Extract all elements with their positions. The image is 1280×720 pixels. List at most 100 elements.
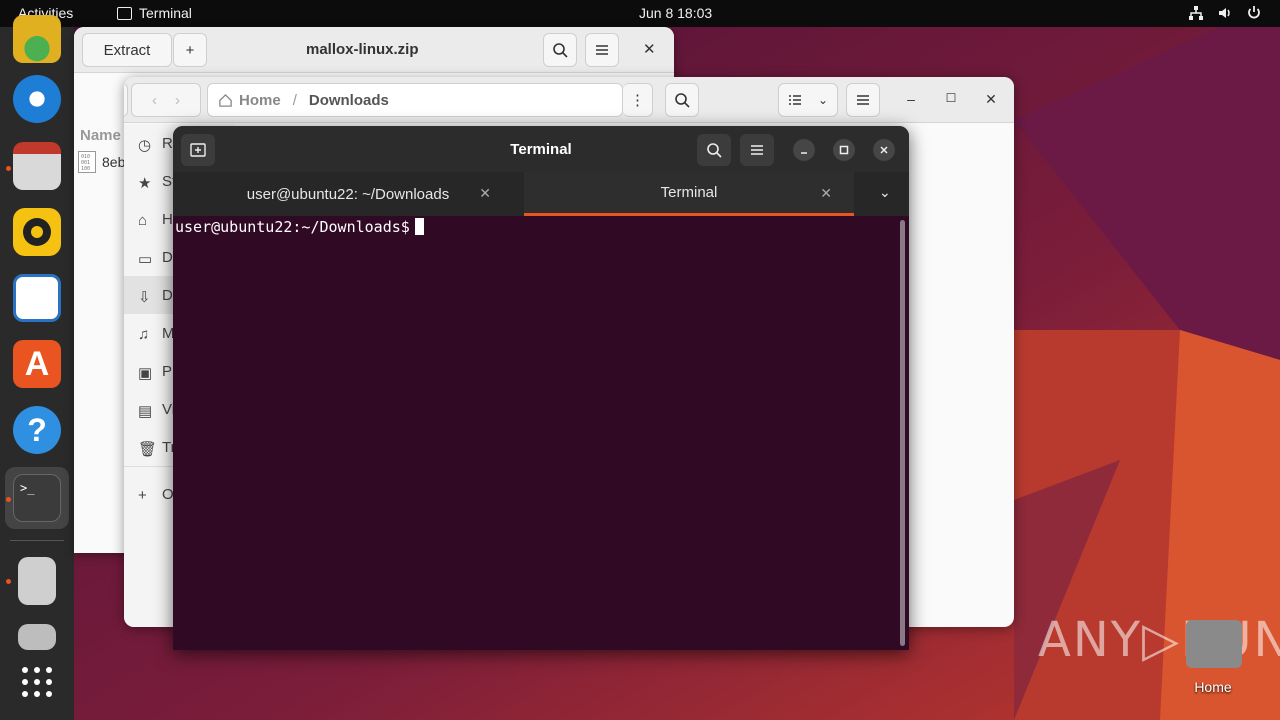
search-icon [553, 43, 568, 58]
minimize-button[interactable] [793, 139, 815, 161]
terminal-tab-bar: user@ubuntu22: ~/Downloads ✕ Terminal ✕ … [173, 172, 909, 216]
path-bar[interactable]: Home / Downloads [207, 83, 623, 117]
search-icon [707, 143, 722, 158]
hamburger-icon [596, 45, 608, 55]
nav-buttons: ‹ › [131, 83, 201, 117]
search-button[interactable] [543, 33, 577, 67]
star-icon: ★ [138, 175, 152, 192]
list-view-icon [788, 95, 801, 105]
app-menu[interactable]: Terminal [117, 5, 192, 21]
writer-icon[interactable] [13, 274, 61, 322]
hamburger-icon [751, 145, 763, 155]
sidebar-item-label: H [162, 210, 173, 228]
file-name: 8eb [102, 154, 126, 170]
files-icon[interactable] [13, 142, 61, 190]
terminal-prompt: user@ubuntu22:~/Downloads$ [175, 218, 424, 236]
top-bar: Activities Terminal Jun 8 18:03 [0, 0, 1280, 27]
maximize-button[interactable] [833, 139, 855, 161]
terminal-menu-button[interactable] [740, 134, 774, 166]
system-tray[interactable] [1188, 5, 1262, 21]
dock-separator [10, 540, 64, 541]
volume-icon[interactable] [1217, 5, 1233, 21]
running-indicator [6, 166, 11, 171]
video-icon: ▤ [138, 403, 153, 420]
clock-icon: ◷ [138, 137, 152, 154]
running-indicator [6, 579, 11, 584]
close-icon[interactable]: ✕ [479, 185, 491, 202]
minimize-icon[interactable]: – [902, 91, 920, 109]
archive-header: Extract + mallox-linux.zip ✕ [74, 27, 674, 73]
terminal-dock-icon[interactable]: >_ [13, 474, 61, 522]
terminal-icon [117, 6, 132, 20]
prompt-text: user@ubuntu22:~/Downloads$ [175, 218, 410, 236]
breadcrumb-home-label: Home [239, 91, 281, 109]
home-icon: ⌂ [138, 212, 148, 229]
minimize-icon [801, 152, 807, 154]
view-toggle-button[interactable]: ⌄ [778, 83, 838, 117]
sidebar-item-label: R [162, 134, 173, 152]
path-menu-button[interactable]: ⋮ [623, 83, 653, 117]
files-search-button[interactable] [665, 83, 699, 117]
forward-icon[interactable]: › [175, 92, 180, 109]
breadcrumb-home[interactable]: Home [218, 92, 281, 109]
document-icon: ▭ [138, 251, 153, 268]
dock: A ? >_ [0, 15, 74, 720]
files-menu-button[interactable] [846, 83, 880, 117]
rhythmbox-icon[interactable] [13, 208, 61, 256]
picture-icon: ▣ [138, 365, 153, 382]
maximize-icon[interactable]: ☐ [942, 91, 960, 109]
watermark: ANY▷RUN [1038, 612, 1280, 668]
plus-icon: + [138, 487, 147, 504]
clock[interactable]: Jun 8 18:03 [639, 5, 712, 21]
app-center-icon[interactable]: A [13, 340, 61, 388]
chevron-down-icon[interactable]: ⌄ [879, 184, 891, 201]
terminal-search-button[interactable] [697, 134, 731, 166]
column-header-name[interactable]: Name [80, 127, 121, 144]
breadcrumb-separator: / [292, 91, 297, 109]
close-icon[interactable]: ✕ [820, 185, 832, 202]
terminal-header: Terminal [173, 126, 909, 172]
sidebar-item-label: O [162, 485, 174, 503]
desktop-home-label[interactable]: Home [1180, 679, 1246, 695]
terminal-body[interactable]: user@ubuntu22:~/Downloads$ [173, 216, 909, 650]
tab-label: Terminal [660, 184, 718, 201]
binary-file-icon: 010 001 100 [78, 151, 96, 173]
music-icon: ♫ [138, 326, 150, 343]
sidebar-toggle[interactable] [124, 83, 128, 117]
disk-icon[interactable] [18, 624, 56, 650]
close-button[interactable] [873, 139, 895, 161]
menu-button[interactable] [585, 33, 619, 67]
terminal-window[interactable]: Terminal user@ubuntu22: ~/Downloads ✕ Te… [173, 126, 909, 650]
maximize-icon [839, 145, 849, 155]
breadcrumb-downloads[interactable]: Downloads [309, 92, 389, 109]
hamburger-icon [857, 95, 869, 105]
back-icon[interactable]: ‹ [152, 92, 157, 109]
list-item[interactable]: 010 001 100 8eb [78, 151, 125, 173]
tab-downloads[interactable]: user@ubuntu22: ~/Downloads ✕ [183, 172, 513, 216]
archive-manager-icon[interactable] [18, 557, 56, 605]
close-icon [880, 146, 888, 154]
chrome-icon[interactable] [13, 15, 61, 63]
show-apps-icon[interactable] [21, 666, 53, 698]
extract-button[interactable]: Extract [82, 33, 172, 67]
running-indicator [6, 497, 11, 502]
kebab-icon: ⋮ [630, 92, 645, 109]
chevron-down-icon: ⌄ [817, 93, 829, 107]
sidebar-item-label: D [162, 286, 173, 304]
help-icon[interactable]: ? [13, 406, 61, 454]
scrollbar[interactable] [900, 220, 905, 646]
add-button[interactable]: + [173, 33, 207, 67]
archive-title: mallox-linux.zip [306, 41, 419, 58]
download-icon: ⇩ [138, 289, 151, 306]
tab-terminal[interactable]: Terminal ✕ [524, 172, 854, 216]
thunderbird-icon[interactable] [13, 75, 61, 123]
tab-label: user@ubuntu22: ~/Downloads [246, 185, 450, 203]
power-icon[interactable] [1246, 5, 1262, 21]
home-icon [219, 93, 232, 107]
desktop-home-icon[interactable] [1186, 620, 1242, 668]
files-header: ‹ › Home / Downloads ⋮ ⌄ – ☐ ✕ [124, 77, 1014, 123]
network-icon[interactable] [1188, 5, 1204, 21]
close-icon[interactable]: ✕ [643, 40, 656, 58]
close-icon[interactable]: ✕ [982, 91, 1000, 109]
sidebar-item-label: D [162, 248, 173, 266]
